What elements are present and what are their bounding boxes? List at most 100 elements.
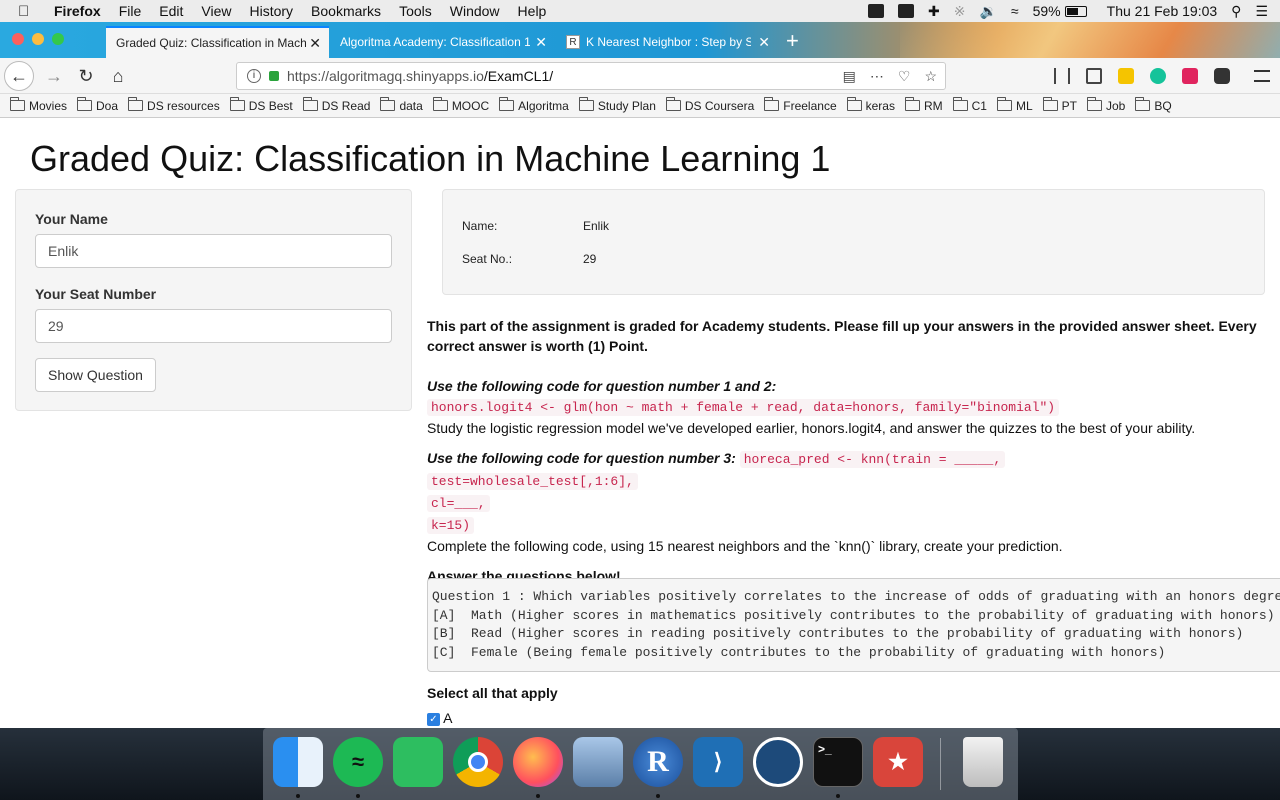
bookmark-folder[interactable]: C1 <box>952 97 987 113</box>
grammarly-icon[interactable] <box>1150 68 1166 84</box>
wunderlist-icon[interactable]: ★ <box>873 737 923 787</box>
folder-icon <box>1042 97 1058 111</box>
evernote-icon[interactable] <box>393 737 443 787</box>
q12-heading: Use the following code for question numb… <box>427 378 777 394</box>
folder-icon <box>229 97 245 111</box>
option-a[interactable]: ✓ A <box>427 710 452 726</box>
battery-icon[interactable] <box>1064 5 1087 17</box>
url-bar[interactable]: i https://algoritmagq.shinyapps.io/ExamC… <box>236 62 946 90</box>
reader-view-icon[interactable]: ▤ <box>843 68 856 85</box>
battery-percent[interactable]: 59% <box>1033 3 1061 19</box>
menu-hamburger-icon[interactable] <box>1254 70 1270 82</box>
folder-icon <box>1087 97 1102 111</box>
vscode-icon[interactable]: ⟩ <box>693 737 743 787</box>
bookmark-folder[interactable]: BQ <box>1135 97 1172 113</box>
window-minimize-button[interactable] <box>32 33 44 45</box>
menu-bar:  Firefox File Edit View History Bookmar… <box>0 0 1280 22</box>
tab-knn-step-by-step[interactable]: R K Nearest Neighbor : Step by Step ✕ <box>556 26 778 58</box>
clock[interactable]: Thu 21 Feb 19:03 <box>1107 3 1218 19</box>
tab-close-icon[interactable]: ✕ <box>309 35 321 52</box>
q3-text: Complete the following code, using 15 ne… <box>427 538 1063 554</box>
tab-algoritma-academy[interactable]: Algoritma Academy: Classification 1 ✕ <box>330 26 555 58</box>
status-app-icon[interactable] <box>868 4 885 18</box>
finder-icon[interactable] <box>273 737 323 787</box>
seat-number-input[interactable]: 29 <box>35 309 392 343</box>
bookmark-folder[interactable]: DS Read <box>302 97 370 113</box>
bookmark-folder[interactable]: Freelance <box>764 97 837 113</box>
back-button[interactable]: ← <box>4 61 34 91</box>
new-tab-icon[interactable]: + <box>786 28 799 54</box>
tab-title: Graded Quiz: Classification in Machine L… <box>116 36 306 50</box>
window-close-button[interactable] <box>12 33 24 45</box>
volume-icon[interactable]: 🔉 <box>979 3 996 20</box>
page-actions-icon[interactable]: ⋯ <box>870 68 884 85</box>
site-info-icon[interactable]: i <box>247 69 261 83</box>
spotlight-search-icon[interactable]: ⚲ <box>1231 3 1241 20</box>
folder-icon <box>1135 97 1151 111</box>
bookmark-folder[interactable]: DS Coursera <box>665 97 754 113</box>
menu-history[interactable]: History <box>249 3 293 19</box>
menu-edit[interactable]: Edit <box>159 3 183 19</box>
show-question-button[interactable]: Show Question <box>35 358 156 392</box>
chrome-icon[interactable] <box>453 737 503 787</box>
wifi-icon[interactable]: ≈ <box>1011 3 1019 19</box>
tab-close-icon[interactable]: ✕ <box>535 34 547 51</box>
bookmark-folder[interactable]: Job <box>1087 97 1125 113</box>
bookmark-folder[interactable]: Algoritma <box>499 97 569 113</box>
status-grid-icon[interactable] <box>898 4 915 18</box>
bookmark-folder[interactable]: PT <box>1042 97 1077 113</box>
menu-file[interactable]: File <box>119 3 142 19</box>
evernote-icon[interactable] <box>1214 68 1230 84</box>
folder-icon <box>77 97 93 111</box>
bookmark-folder[interactable]: Study Plan <box>578 97 656 113</box>
menu-view[interactable]: View <box>201 3 231 19</box>
bookmark-folder[interactable]: DS Best <box>229 97 293 113</box>
home-button[interactable]: ⌂ <box>104 62 132 90</box>
seat-value: 29 <box>583 252 597 266</box>
bookmark-folder[interactable]: keras <box>846 97 895 113</box>
menu-help[interactable]: Help <box>518 3 547 19</box>
tab-close-icon[interactable]: ✕ <box>758 34 770 51</box>
library-icon[interactable] <box>1054 68 1070 84</box>
menu-app-name[interactable]: Firefox <box>54 3 101 19</box>
bookmark-star-icon[interactable]: ☆ <box>924 68 937 85</box>
menu-window[interactable]: Window <box>450 3 500 19</box>
preview-icon[interactable] <box>573 737 623 787</box>
apple-menu-icon[interactable]:  <box>18 3 38 20</box>
menu-tools[interactable]: Tools <box>399 3 432 19</box>
bookmark-folder[interactable]: Movies <box>10 97 67 113</box>
bluetooth-icon[interactable]: ※ <box>954 3 966 20</box>
name-input[interactable]: Enlik <box>35 234 392 268</box>
extension-cross-icon[interactable] <box>1182 68 1198 84</box>
sidebar-icon[interactable] <box>1086 68 1102 84</box>
pocket-icon[interactable]: ♡ <box>898 68 911 85</box>
status-plus-icon[interactable]: ✚ <box>928 3 940 20</box>
extension-icon[interactable] <box>1118 68 1134 84</box>
notification-center-icon[interactable]: ☰ <box>1255 3 1268 20</box>
tab-graded-quiz[interactable]: Graded Quiz: Classification in Machine L… <box>106 26 329 58</box>
window-zoom-button[interactable] <box>52 33 64 45</box>
firefox-icon[interactable] <box>513 737 563 787</box>
bookmark-folder[interactable]: ML <box>996 97 1033 113</box>
trash-icon[interactable] <box>963 737 1003 787</box>
theme-artwork <box>900 22 1280 58</box>
student-info-panel: Name: Enlik Seat No.: 29 <box>442 189 1265 295</box>
bookmark-folder[interactable]: MOOC <box>432 97 489 113</box>
spotify-icon[interactable]: ≈ <box>333 737 383 787</box>
forward-button[interactable]: → <box>40 62 68 90</box>
reload-button[interactable]: ↻ <box>72 62 100 90</box>
tab-title: Algoritma Academy: Classification 1 <box>340 35 530 49</box>
checkbox-checked-icon[interactable]: ✓ <box>427 712 440 726</box>
folder-icon <box>10 97 25 111</box>
menu-bookmarks[interactable]: Bookmarks <box>311 3 381 19</box>
name-label: Your Name <box>35 211 108 227</box>
sourcetree-icon[interactable] <box>753 737 803 787</box>
folder-icon <box>904 97 920 111</box>
bookmark-folder[interactable]: data <box>380 97 423 113</box>
bookmark-folder[interactable]: RM <box>904 97 943 113</box>
terminal-icon[interactable]: >_ <box>813 737 863 787</box>
url-text[interactable]: https://algoritmagq.shinyapps.io/ExamCL1… <box>287 68 553 84</box>
bookmark-folder[interactable]: DS resources <box>128 97 220 113</box>
r-app-icon[interactable]: R <box>633 737 683 787</box>
bookmark-folder[interactable]: Doa <box>77 97 118 113</box>
